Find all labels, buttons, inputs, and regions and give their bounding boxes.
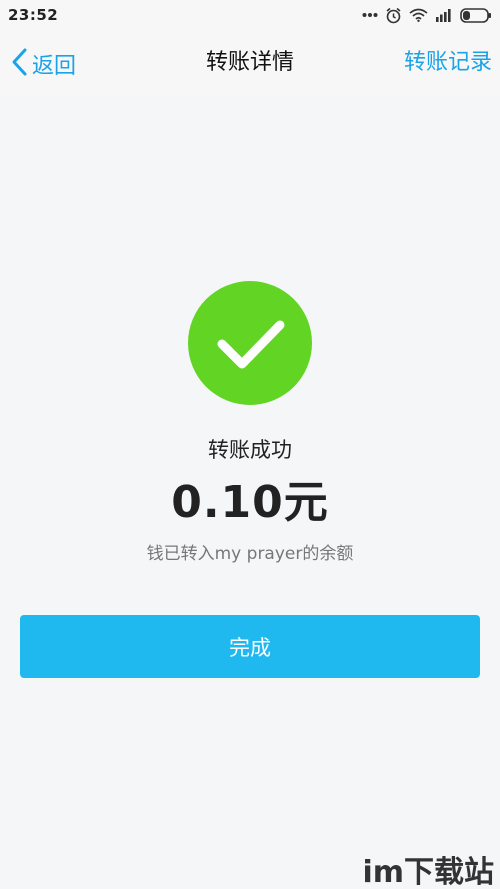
status-title: 转账成功 (208, 438, 292, 462)
status-time: 23:52 (8, 6, 59, 24)
status-bar: 23:52 (0, 0, 500, 30)
battery-icon (460, 7, 492, 23)
done-button[interactable]: 完成 (20, 615, 480, 678)
check-circle-icon (188, 281, 312, 405)
wifi-icon (409, 8, 428, 22)
more-dots-icon (362, 12, 378, 18)
signal-icon (435, 8, 453, 22)
status-icons (362, 7, 492, 24)
transfer-amount: 0.10元 (171, 477, 329, 528)
nav-bar: 返回 转账详情 转账记录 (0, 30, 500, 96)
transfer-description: 钱已转入my prayer的余额 (146, 544, 354, 564)
transfer-history-button[interactable]: 转账记录 (404, 48, 492, 78)
content-area: 转账成功 0.10元 钱已转入my prayer的余额 完成 (0, 96, 500, 889)
watermark: im下载站 (362, 855, 494, 889)
alarm-icon (385, 7, 402, 24)
